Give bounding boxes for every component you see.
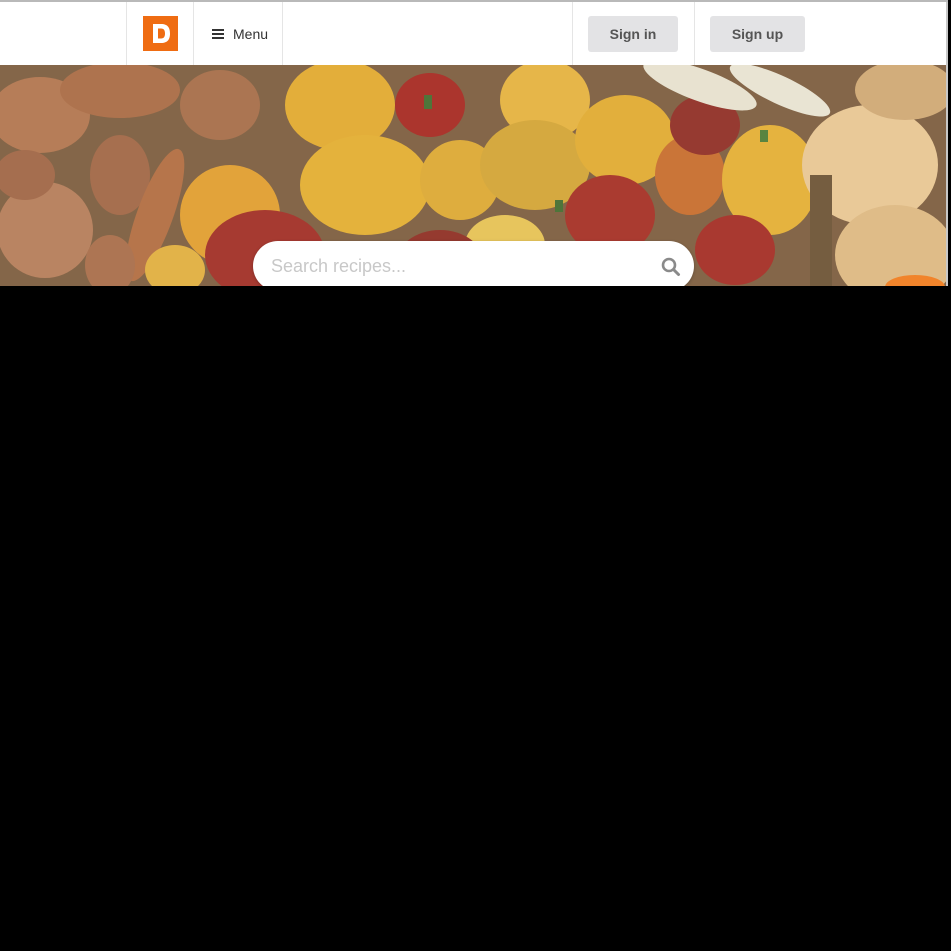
hamburger-icon: [212, 29, 224, 39]
search-bar: [253, 241, 694, 286]
sign-in-button[interactable]: Sign in: [588, 16, 678, 52]
search-icon[interactable]: [661, 257, 681, 277]
search-input[interactable]: [271, 253, 641, 279]
logo-icon[interactable]: [143, 16, 178, 51]
menu-cell: Menu: [193, 2, 283, 65]
signup-cell: Sign up: [694, 2, 948, 65]
menu-label: Menu: [233, 26, 269, 42]
site-header: Menu Sign in Sign up: [0, 2, 948, 66]
browser-viewport: Menu Sign in Sign up: [0, 0, 948, 286]
logo-cell: [126, 2, 193, 65]
viewport-border: [946, 2, 948, 286]
menu-button[interactable]: Menu: [212, 24, 268, 44]
sign-up-button[interactable]: Sign up: [710, 16, 805, 52]
signin-cell: Sign in: [572, 2, 695, 65]
